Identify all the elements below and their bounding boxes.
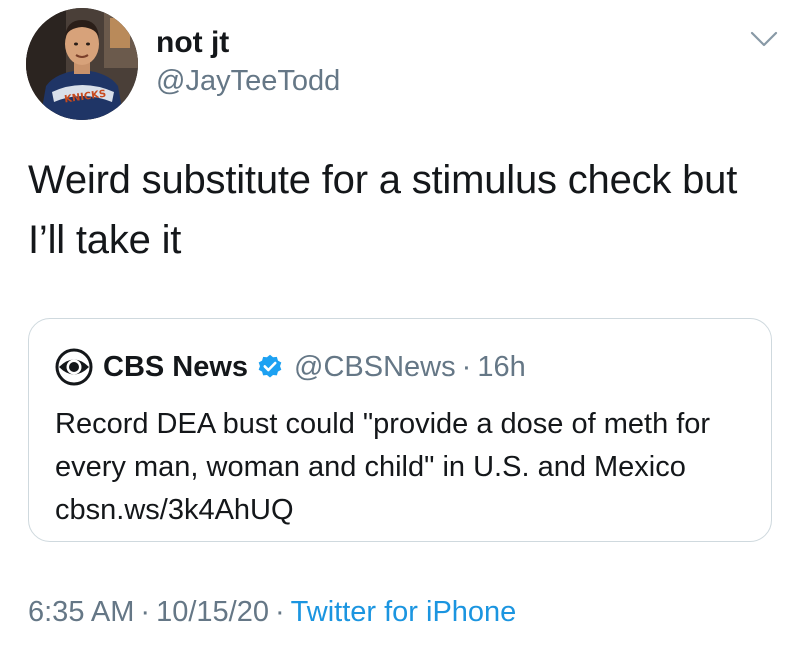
- tweet-text: Weird substitute for a stimulus check bu…: [28, 158, 738, 262]
- quoted-handle[interactable]: @CBSNews: [294, 351, 456, 384]
- separator-dot: ·: [461, 350, 472, 383]
- chevron-down-icon[interactable]: [748, 28, 780, 50]
- profile-photo: KNICKS: [26, 8, 138, 120]
- quoted-tweet-text: Record DEA bust could "provide a dose of…: [55, 408, 711, 526]
- author-handle[interactable]: @JayTeeTodd: [156, 64, 340, 98]
- cbs-eye-logo-icon[interactable]: [55, 348, 93, 386]
- quoted-tweet[interactable]: CBS News @CBSNews · 16h Record DEA bust …: [28, 318, 772, 542]
- tweet-meta: 6:35 AM · 10/15/20 · Twitter for iPhone: [28, 592, 516, 632]
- quoted-timestamp[interactable]: 16h: [477, 351, 525, 384]
- quoted-tweet-header: CBS News @CBSNews · 16h: [55, 347, 526, 387]
- tweet-time[interactable]: 6:35 AM: [28, 596, 134, 628]
- quoted-display-name[interactable]: CBS News: [103, 351, 248, 384]
- tweet-source-link[interactable]: Twitter for iPhone: [291, 596, 517, 628]
- author-display-name[interactable]: not jt: [156, 26, 229, 60]
- avatar[interactable]: KNICKS: [26, 8, 138, 120]
- verified-badge-icon: [258, 354, 282, 378]
- tweet-date[interactable]: 10/15/20: [156, 596, 269, 628]
- separator-dot: ·: [274, 596, 285, 628]
- tweet: KNICKS not jt @JayTeeTodd Weird substitu…: [0, 0, 797, 655]
- separator-dot: ·: [140, 596, 151, 628]
